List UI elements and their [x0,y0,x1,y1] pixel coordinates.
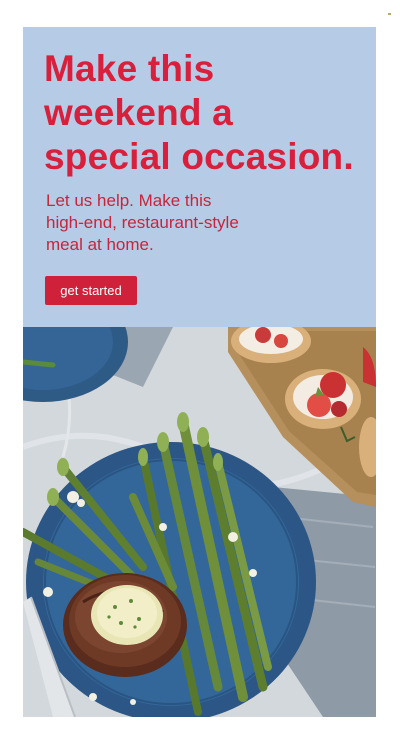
hero-panel: Make this weekend a special occasion. Le… [23,27,376,327]
promo-card: Make this weekend a special occasion. Le… [23,27,376,717]
food-photo [23,327,376,717]
subheadline-line-2: high-end, restaurant-style [46,213,239,232]
subheadline-line-3: meal at home. [46,235,154,254]
get-started-button[interactable]: get started [45,276,137,305]
headline-line-2: weekend a [44,92,233,133]
headline-line-3: special occasion. [44,136,354,177]
headline: Make this weekend a special occasion. [44,47,369,179]
subheadline: Let us help. Make this high-end, restaur… [46,190,346,256]
food-photo-illustration [23,327,376,717]
headline-line-1: Make this [44,48,215,89]
subheadline-line-1: Let us help. Make this [46,191,212,210]
corner-mark [388,13,391,15]
